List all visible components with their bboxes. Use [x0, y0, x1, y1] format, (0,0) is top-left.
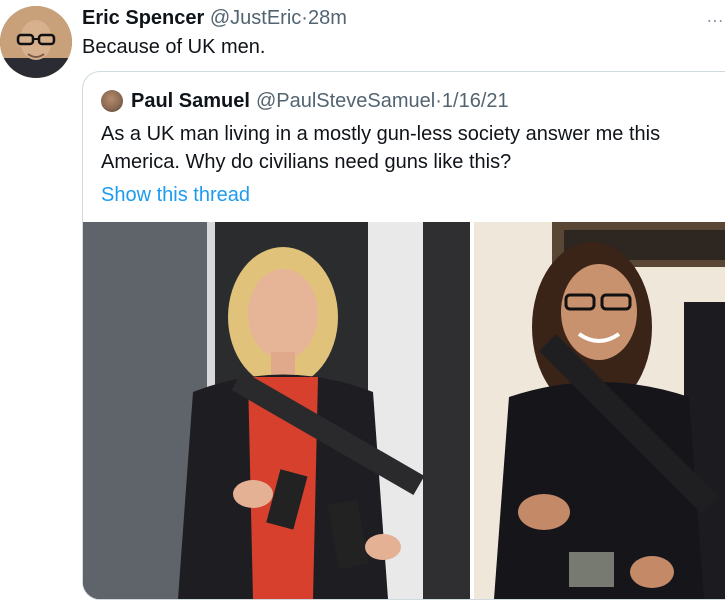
- quoted-tweet[interactable]: Paul Samuel @PaulSteveSamuel · 1/16/21 As …: [82, 71, 725, 600]
- quoted-author-name[interactable]: Paul Samuel: [131, 90, 250, 113]
- quoted-tweet-media: [83, 222, 725, 599]
- woman-holding-rifle-photo-icon: [474, 222, 725, 599]
- more-options-icon[interactable]: …: [706, 6, 725, 27]
- tweet: Eric Spencer @JustEric·28m … Because of …: [0, 0, 725, 600]
- quoted-author-avatar[interactable]: [101, 90, 123, 112]
- author-handle[interactable]: @JustEric: [210, 7, 301, 29]
- separator-dot: ·: [301, 7, 308, 29]
- quoted-tweet-date[interactable]: 1/16/21: [442, 90, 509, 113]
- author-name[interactable]: Eric Spencer: [82, 7, 204, 29]
- author-avatar[interactable]: [0, 6, 72, 78]
- quoted-separator-dot: ·: [435, 89, 442, 112]
- right-photo[interactable]: [474, 222, 725, 599]
- quoted-author-handle[interactable]: @PaulSteveSamuel: [256, 90, 435, 113]
- tweet-text: Because of UK men.: [82, 36, 266, 58]
- woman-holding-rifle-photo-icon: [83, 222, 470, 599]
- show-thread-link[interactable]: Show this thread: [101, 184, 250, 207]
- tweet-header: Eric Spencer @JustEric·28m: [82, 6, 347, 30]
- avatar-face-icon: [0, 6, 72, 78]
- quoted-tweet-header: Paul Samuel @PaulSteveSamuel · 1/16/21: [101, 88, 509, 114]
- left-photo[interactable]: [83, 222, 470, 599]
- tweet-time[interactable]: 28m: [308, 7, 347, 29]
- quoted-tweet-text: As a UK man living in a mostly gun-less …: [101, 123, 661, 173]
